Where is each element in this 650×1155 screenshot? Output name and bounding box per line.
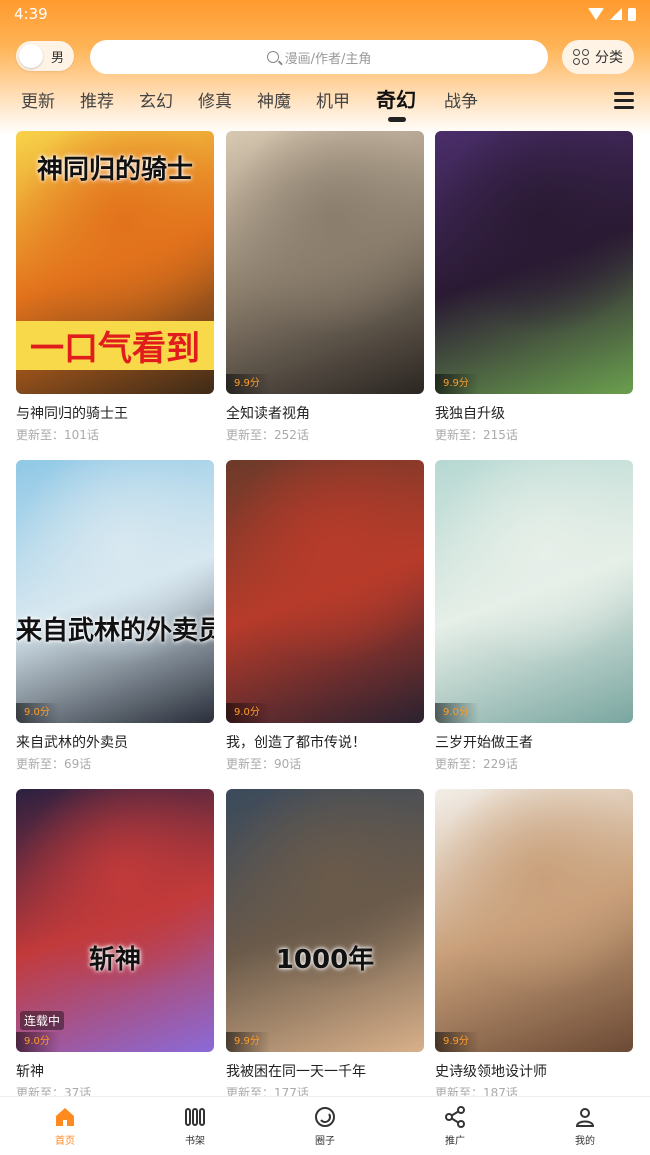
- comic-title[interactable]: 我独自升级: [435, 403, 505, 423]
- score-badge: 9.0分: [16, 1032, 60, 1052]
- latest-chapter: 更新至：69话: [16, 757, 92, 771]
- cover-title-art: 1000年: [275, 945, 375, 975]
- nav-circle-label: 圈子: [315, 1136, 335, 1147]
- tab-recommend[interactable]: 推荐: [80, 88, 114, 116]
- tab-war[interactable]: 战争: [444, 88, 478, 116]
- latest-chapter: 更新至：215话: [435, 428, 518, 442]
- circle-icon: [313, 1105, 337, 1129]
- comic-title[interactable]: 与神同归的骑士王: [16, 403, 128, 423]
- nav-mine[interactable]: 我的: [555, 1105, 615, 1147]
- category-button[interactable]: 分类: [562, 40, 634, 74]
- home-icon: [53, 1105, 77, 1129]
- battery-icon: [628, 7, 636, 21]
- bottom-nav: 首页 书架 圈子 推广 我的: [0, 1096, 650, 1155]
- tab-fantasy[interactable]: 奇幻: [376, 86, 416, 114]
- cover-title-art: 来自武林的外卖员: [16, 616, 214, 646]
- status-icons: [588, 7, 636, 21]
- serial-status-tag: 连载中: [20, 1011, 65, 1030]
- comic-cover[interactable]: 9.9分: [435, 131, 633, 394]
- score-badge: 9.0分: [435, 703, 479, 723]
- tab-mecha[interactable]: 机甲: [316, 88, 350, 116]
- comic-cover[interactable]: 斩神连载中 9.0分: [16, 789, 214, 1052]
- nav-circle[interactable]: 圈子: [295, 1105, 355, 1147]
- search-placeholder: 漫画/作者/主角: [284, 51, 372, 67]
- active-tab-indicator: [388, 117, 406, 122]
- latest-chapter: 更新至：229话: [435, 757, 518, 771]
- top-header: 男 漫画/作者/主角 分类: [0, 38, 650, 76]
- status-bar: 4:39: [0, 0, 650, 28]
- nav-home-label: 首页: [55, 1136, 75, 1147]
- comic-title[interactable]: 史诗级领地设计师: [435, 1061, 547, 1081]
- gender-label: 男: [51, 50, 65, 66]
- nav-mine-label: 我的: [575, 1136, 595, 1147]
- comic-cover[interactable]: 神同归的骑士一口气看到: [16, 131, 214, 394]
- cover-title-art: 神同归的骑士: [36, 155, 193, 185]
- status-time: 4:39: [14, 5, 48, 23]
- toggle-knob: [19, 44, 43, 68]
- signal-icon: [610, 8, 622, 20]
- tab-shenmo[interactable]: 神魔: [257, 88, 291, 116]
- score-badge: 9.9分: [226, 1032, 270, 1052]
- wifi-icon: [588, 8, 604, 20]
- comic-cover[interactable]: 9.0分: [226, 460, 424, 723]
- nav-bookshelf-label: 书架: [185, 1136, 205, 1147]
- comic-cover[interactable]: 9.9分: [435, 789, 633, 1052]
- nav-home[interactable]: 首页: [35, 1105, 95, 1147]
- latest-chapter: 更新至：252话: [226, 428, 309, 442]
- cover-title-art: 斩神: [88, 945, 141, 975]
- tab-xuanhuan[interactable]: 玄幻: [139, 88, 173, 116]
- search-input[interactable]: 漫画/作者/主角: [90, 40, 548, 74]
- share-icon: [443, 1105, 467, 1129]
- comic-cover[interactable]: 9.0分: [435, 460, 633, 723]
- score-badge: 9.0分: [16, 703, 60, 723]
- nav-bookshelf[interactable]: 书架: [165, 1105, 225, 1147]
- nav-promote[interactable]: 推广: [425, 1105, 485, 1147]
- comic-title[interactable]: 三岁开始做王者: [435, 732, 533, 752]
- latest-chapter: 更新至：101话: [16, 428, 99, 442]
- score-badge: 9.9分: [435, 1032, 479, 1052]
- comic-title[interactable]: 来自武林的外卖员: [16, 732, 128, 752]
- genre-tabs: 更新 推荐 玄幻 修真 神魔 机甲 奇幻 战争: [0, 84, 650, 120]
- nav-promote-label: 推广: [445, 1136, 465, 1147]
- comic-title[interactable]: 全知读者视角: [226, 403, 310, 423]
- comic-cover[interactable]: 1000年 9.9分: [226, 789, 424, 1052]
- comic-cover[interactable]: 来自武林的外卖员 9.0分: [16, 460, 214, 723]
- tab-update[interactable]: 更新: [21, 88, 55, 116]
- score-badge: 9.9分: [226, 374, 270, 394]
- gender-toggle[interactable]: 男: [16, 41, 74, 71]
- comic-title[interactable]: 我，创造了都市传说！: [226, 732, 366, 752]
- search-icon: [266, 51, 279, 63]
- category-label: 分类: [595, 50, 623, 66]
- score-badge: 9.9分: [435, 374, 479, 394]
- grid-icon: [573, 49, 589, 65]
- bookshelf-icon: [183, 1105, 207, 1129]
- comic-title[interactable]: 我被困在同一天一千年: [226, 1061, 366, 1081]
- cover-slogan-art: 一口气看到: [16, 321, 214, 370]
- latest-chapter: 更新至：90话: [226, 757, 302, 771]
- tab-xiuzhen[interactable]: 修真: [198, 88, 232, 116]
- user-icon: [573, 1105, 597, 1129]
- comic-cover[interactable]: 9.9分: [226, 131, 424, 394]
- comic-title[interactable]: 斩神: [16, 1061, 44, 1081]
- score-badge: 9.0分: [226, 703, 270, 723]
- menu-icon[interactable]: [614, 92, 634, 109]
